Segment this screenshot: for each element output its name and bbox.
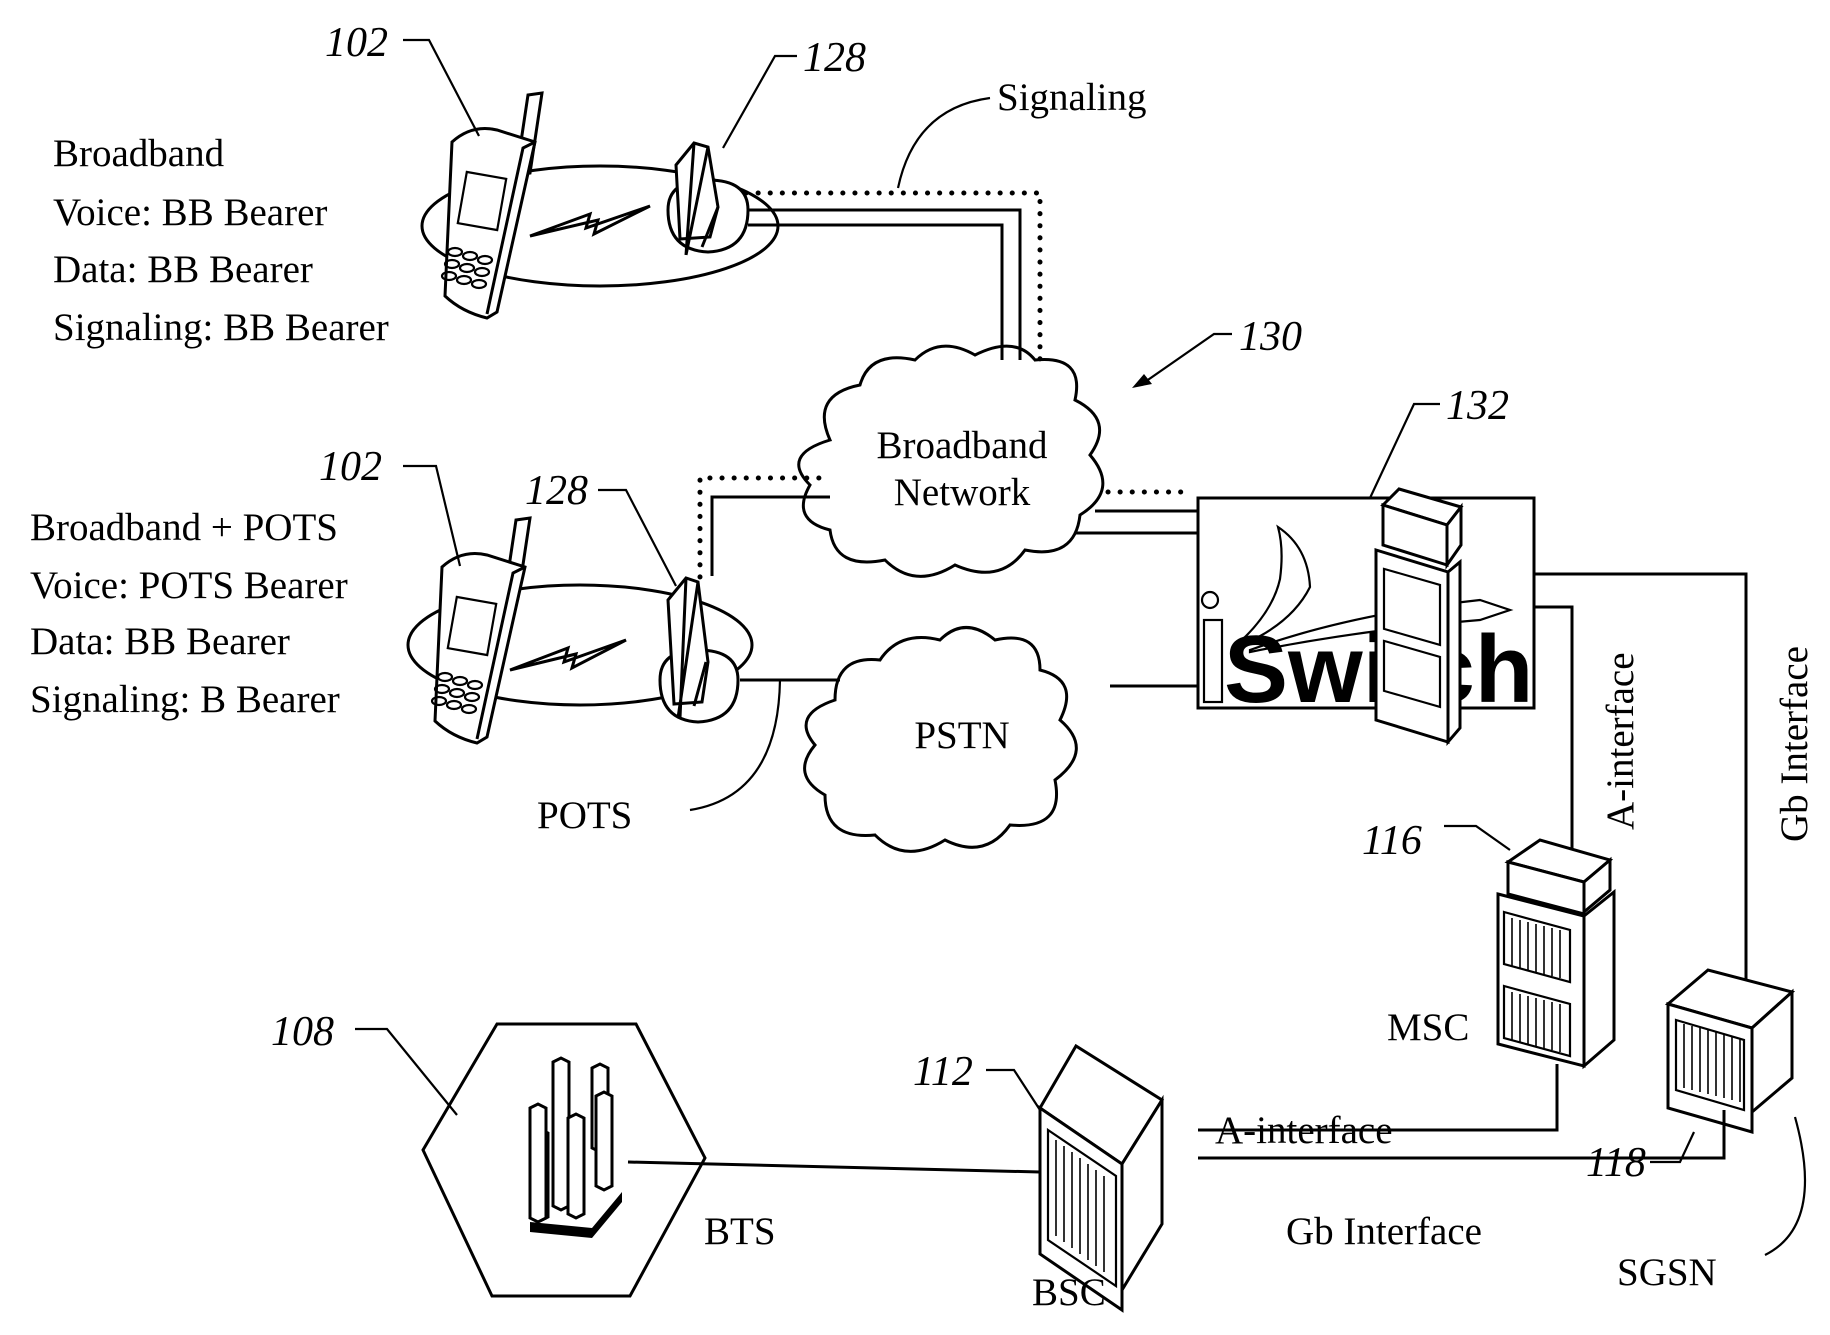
bearer-link-outer bbox=[748, 208, 1022, 360]
leader-arrow bbox=[1141, 332, 1232, 385]
ref-128-top: 128 bbox=[803, 35, 866, 81]
bb-desc-line-1: Broadband bbox=[53, 132, 225, 175]
leader-line bbox=[1369, 402, 1440, 499]
signaling-label: Signaling bbox=[997, 76, 1147, 119]
leader-line bbox=[598, 488, 677, 587]
pots-link-label: POTS bbox=[537, 794, 632, 837]
leader-line bbox=[403, 38, 480, 137]
antenna-icon bbox=[658, 576, 740, 724]
pstn-cloud: PSTN bbox=[803, 626, 1078, 853]
mobile-phone-icon bbox=[440, 91, 544, 320]
signaling-link bbox=[697, 475, 825, 580]
bsc-node: BSC bbox=[1032, 1043, 1165, 1314]
ref-112: 112 bbox=[913, 1049, 973, 1095]
bb-desc-line-3: Data: BB Bearer bbox=[53, 248, 313, 291]
network-diagram: Broadband Voice: BB Bearer Data: BB Bear… bbox=[30, 20, 1816, 1314]
leader-line bbox=[355, 1027, 458, 1116]
bsc-label: BSC bbox=[1032, 1271, 1106, 1314]
broadband-handset-group: Broadband Voice: BB Bearer Data: BB Bear… bbox=[53, 20, 866, 349]
pots-desc-line-2: Voice: POTS Bearer bbox=[30, 564, 348, 607]
mobile-phone-icon bbox=[430, 516, 532, 745]
logo-i-stem bbox=[1202, 618, 1224, 704]
ref-130: 130 bbox=[1239, 314, 1302, 360]
wireless-link-icon bbox=[529, 204, 651, 238]
msc-node: MSC bbox=[1387, 838, 1616, 1070]
server-tower-icon bbox=[1496, 838, 1616, 1070]
gb-interface-bottom-label: Gb Interface bbox=[1286, 1210, 1482, 1253]
bearer-link-inner bbox=[748, 223, 1004, 360]
bb-desc-line-4: Signaling: BB Bearer bbox=[53, 306, 389, 349]
logo-dot-icon bbox=[1200, 590, 1220, 610]
sgsn-node: SGSN bbox=[1617, 968, 1807, 1294]
server-icon bbox=[1374, 487, 1464, 747]
ref-108: 108 bbox=[271, 1009, 334, 1055]
ref-102-top: 102 bbox=[325, 20, 388, 66]
broadband-network-cloud: Broadband Network bbox=[797, 344, 1105, 578]
broadband-network-label-2: Network bbox=[894, 471, 1031, 514]
a-interface-link bbox=[1534, 605, 1574, 850]
pots-handset-group: Broadband + POTS Voice: POTS Bearer Data… bbox=[30, 444, 782, 837]
server-cube-icon bbox=[1664, 968, 1796, 1134]
antenna-icon bbox=[666, 141, 750, 256]
a-interface-bottom-label: A-interface bbox=[1215, 1109, 1393, 1152]
bearer-link bbox=[710, 495, 830, 576]
bts-label: BTS bbox=[704, 1210, 776, 1253]
ref-116: 116 bbox=[1362, 818, 1422, 864]
wireless-link-icon bbox=[509, 638, 627, 672]
bb-desc-line-2: Voice: BB Bearer bbox=[53, 191, 327, 234]
gb-interface-vertical-label: Gb Interface bbox=[1773, 646, 1816, 842]
signaling-link bbox=[743, 190, 1043, 369]
bts-bsc-link bbox=[627, 1160, 1041, 1174]
leader-line bbox=[403, 464, 462, 567]
bts-node: BTS bbox=[421, 1022, 776, 1298]
msc-label: MSC bbox=[1387, 1006, 1469, 1049]
pstn-label: PSTN bbox=[914, 714, 1009, 757]
a-interface-vertical-label: A-interface bbox=[1599, 652, 1642, 830]
cell-tower-icon bbox=[528, 1056, 622, 1238]
iswitch-node: Switch bbox=[1196, 487, 1536, 747]
leader-line bbox=[1764, 1116, 1807, 1256]
leader-line bbox=[986, 1068, 1041, 1111]
leader-line bbox=[1444, 824, 1511, 851]
ref-128-lower: 128 bbox=[525, 468, 588, 514]
leader-line bbox=[722, 54, 797, 149]
ref-102-lower: 102 bbox=[319, 444, 382, 490]
pots-desc-line-4: Signaling: B Bearer bbox=[30, 678, 340, 721]
broadband-network-label-1: Broadband bbox=[876, 424, 1048, 467]
arrowhead-icon bbox=[1132, 374, 1152, 388]
leader-line bbox=[896, 96, 991, 189]
pots-desc-line-1: Broadband + POTS bbox=[30, 506, 338, 549]
pots-desc-line-3: Data: BB Bearer bbox=[30, 620, 290, 663]
sgsn-label: SGSN bbox=[1617, 1251, 1717, 1294]
ref-132: 132 bbox=[1446, 383, 1509, 429]
ref-118: 118 bbox=[1586, 1140, 1646, 1186]
